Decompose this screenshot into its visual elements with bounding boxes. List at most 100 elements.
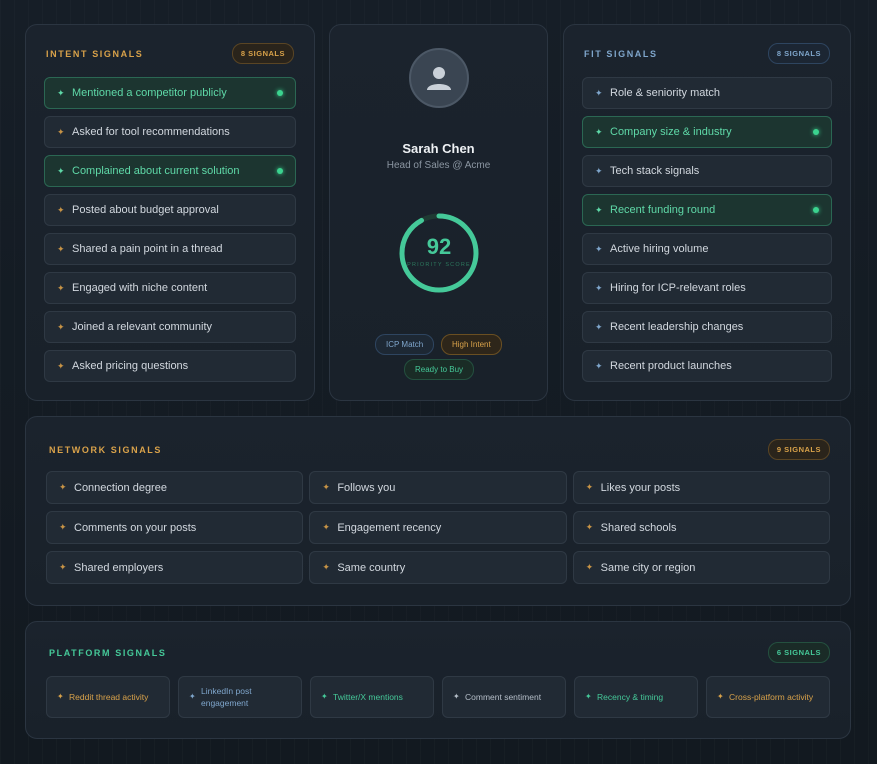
active-dot-icon <box>277 168 283 174</box>
sparkle-icon: ✦ <box>595 243 603 254</box>
signal-item[interactable]: ✦ Company size & industry <box>582 116 832 148</box>
sparkle-icon: ✦ <box>57 165 65 176</box>
sparkle-icon: ✦ <box>585 692 592 701</box>
platform-signal-card[interactable]: ✦ LinkedIn post engagement <box>178 676 302 718</box>
platform-signal-card[interactable]: ✦ Reddit thread activity <box>46 676 170 718</box>
platform-signals-count-badge: 6 SIGNALS <box>767 642 830 663</box>
sparkle-icon: ✦ <box>585 562 594 572</box>
sparkle-icon: ✦ <box>57 321 65 332</box>
signal-item[interactable]: ✦ Connection degree <box>46 471 304 504</box>
signal-item[interactable]: ✦ Engagement recency <box>309 511 567 544</box>
sparkle-icon: ✦ <box>57 243 65 254</box>
signal-item[interactable]: ✦ Recent product launches <box>582 350 832 382</box>
signal-item[interactable]: ✦ Recent funding round <box>582 194 832 226</box>
sparkle-icon: ✦ <box>57 87 65 98</box>
signal-item[interactable]: ✦ Joined a relevant community <box>44 311 296 343</box>
signal-item[interactable]: ✦ Posted about budget approval <box>44 194 296 226</box>
network-signals-count-badge: 9 SIGNALS <box>767 439 830 460</box>
signal-item[interactable]: ✦ Follows you <box>309 471 567 504</box>
signal-label: Comments on your posts <box>74 521 197 534</box>
signal-item[interactable]: ✦ Active hiring volume <box>582 233 832 265</box>
signal-item[interactable]: ✦ Mentioned a competitor publicly <box>44 77 296 109</box>
sparkle-icon: ✦ <box>453 692 460 701</box>
signal-label: Recent leadership changes <box>610 321 744 333</box>
signal-item[interactable]: ✦ Same city or region <box>572 551 830 584</box>
sparkle-icon: ✦ <box>595 204 603 215</box>
sparkle-icon: ✦ <box>595 360 603 371</box>
signal-label: Shared schools <box>600 521 677 534</box>
platform-signal-label: LinkedIn post engagement <box>201 686 252 708</box>
signal-item[interactable]: ✦ Role & seniority match <box>582 77 832 109</box>
platform-signal-card[interactable]: ✦ Twitter/X mentions <box>310 676 434 718</box>
platform-signal-label: Comment sentiment <box>465 692 542 702</box>
sparkle-icon: ✦ <box>595 87 603 98</box>
priority-score-value: 92 <box>426 234 452 259</box>
signal-label: Likes your posts <box>600 481 681 494</box>
signal-item[interactable]: ✦ Shared schools <box>572 511 830 544</box>
sparkle-icon: ✦ <box>57 692 64 701</box>
signal-label: Joined a relevant community <box>72 321 213 333</box>
platform-signal-label: Recency & timing <box>597 692 664 702</box>
sparkle-icon: ✦ <box>59 562 67 572</box>
signal-label: Mentioned a competitor publicly <box>72 87 227 99</box>
icp-match-tag: ICP Match <box>375 334 435 355</box>
ready-to-buy-tag: Ready to Buy <box>404 359 475 380</box>
signal-item[interactable]: ✦ Complained about current solution <box>44 155 296 187</box>
signal-label: Same city or region <box>600 561 696 574</box>
signal-label: Tech stack signals <box>610 165 700 177</box>
signal-item[interactable]: ✦ Recent leadership changes <box>582 311 832 343</box>
signal-label: Engagement recency <box>337 521 442 534</box>
signal-label: Asked for tool recommendations <box>72 126 230 138</box>
platform-signals-title: PLATFORM SIGNALS <box>49 647 167 658</box>
active-dot-icon <box>813 129 819 135</box>
signal-item[interactable]: ✦ Likes your posts <box>572 471 830 504</box>
signal-item[interactable]: ✦ Shared a pain point in a thread <box>44 233 296 265</box>
signal-label: Recent funding round <box>610 204 716 216</box>
signal-item[interactable]: ✦ Shared employers <box>46 551 304 584</box>
signal-label: Same country <box>337 561 406 574</box>
user-icon <box>427 67 451 90</box>
platform-signal-card[interactable]: ✦ Recency & timing <box>574 676 698 718</box>
signal-label: Complained about current solution <box>72 165 240 177</box>
profile-card: Sarah Chen Head of Sales @ Acme 92 PRIOR… <box>329 24 548 401</box>
sparkle-icon: ✦ <box>595 282 603 293</box>
fit-signals-title: FIT SIGNALS <box>584 48 658 59</box>
signal-label: Asked pricing questions <box>72 360 189 372</box>
platform-signal-card[interactable]: ✦ Cross-platform activity <box>706 676 830 718</box>
profile-role: Head of Sales @ Acme <box>386 160 491 171</box>
signal-label: Hiring for ICP-relevant roles <box>610 282 746 294</box>
signal-item[interactable]: ✦ Asked for tool recommendations <box>44 116 296 148</box>
signal-item[interactable]: ✦ Tech stack signals <box>582 155 832 187</box>
platform-signals-panel: PLATFORM SIGNALS 6 SIGNALS ✦ Reddit threa… <box>25 621 851 739</box>
signal-item[interactable]: ✦ Asked pricing questions <box>44 350 296 382</box>
signal-label: Active hiring volume <box>610 243 709 255</box>
priority-score-gauge: 92 PRIORITY SCORE <box>398 212 480 294</box>
signal-label: Recent product launches <box>610 360 732 372</box>
sparkle-icon: ✦ <box>595 321 603 332</box>
sparkle-icon: ✦ <box>189 692 196 701</box>
avatar[interactable] <box>409 48 469 108</box>
intent-signals-list: ✦ Mentioned a competitor publicly ✦ Asked f… <box>44 77 296 389</box>
signal-item[interactable]: ✦ Engaged with niche content <box>44 272 296 304</box>
platform-signals-row: ✦ Reddit thread activity ✦ LinkedIn post en… <box>46 676 830 718</box>
intent-signals-count-badge: 8 SIGNALS <box>231 43 294 64</box>
sparkle-icon: ✦ <box>322 562 330 572</box>
sparkle-icon: ✦ <box>717 692 724 701</box>
sparkle-icon: ✦ <box>585 482 594 492</box>
signal-item[interactable]: ✦ Hiring for ICP-relevant roles <box>582 272 832 304</box>
sparkle-icon: ✦ <box>321 692 328 701</box>
signal-item[interactable]: ✦ Same country <box>309 551 567 584</box>
sparkle-icon: ✦ <box>585 522 594 532</box>
platform-signal-label: Cross-platform activity <box>729 692 814 702</box>
active-dot-icon <box>813 207 819 213</box>
signal-label: Role & seniority match <box>610 87 721 99</box>
sparkle-icon: ✦ <box>57 126 65 137</box>
sparkle-icon: ✦ <box>59 522 67 532</box>
signal-item[interactable]: ✦ Comments on your posts <box>46 511 304 544</box>
signal-label: Shared employers <box>74 561 164 574</box>
sparkle-icon: ✦ <box>322 482 330 492</box>
signal-label: Company size & industry <box>610 126 732 138</box>
signal-label: Follows you <box>337 481 396 494</box>
platform-signal-card[interactable]: ✦ Comment sentiment <box>442 676 566 718</box>
network-signals-title: NETWORK SIGNALS <box>49 444 162 455</box>
